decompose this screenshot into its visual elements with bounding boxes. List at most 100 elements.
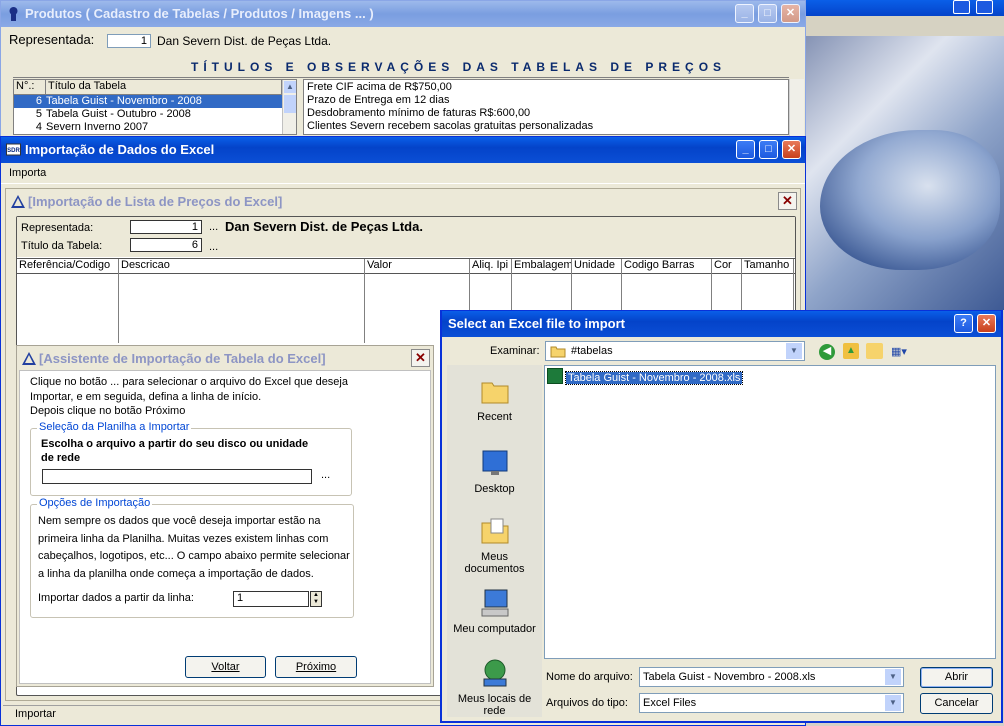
file-list[interactable]: Tabela Guist - Novembro - 2008.xls xyxy=(544,365,996,659)
grid-column-header[interactable]: Valor xyxy=(365,259,470,273)
list-scrollbar[interactable]: ▲ xyxy=(282,80,296,134)
produtos-scrollbar[interactable] xyxy=(789,79,804,139)
lista-representada-field[interactable]: 1 xyxy=(130,220,202,234)
maximize-button[interactable]: □ xyxy=(758,4,777,23)
close-button[interactable]: ✕ xyxy=(977,314,996,333)
app-icon xyxy=(9,7,18,21)
proximo-button[interactable]: Próximo xyxy=(275,656,357,678)
network-places-icon xyxy=(479,657,511,689)
desktop-icon xyxy=(479,447,511,479)
file-dialog: Select an Excel file to import ? ✕ Exami… xyxy=(440,310,1003,723)
lista-titulo-dots[interactable]: ... xyxy=(209,241,218,253)
grid-column-header[interactable]: Descricao xyxy=(119,259,365,273)
grid-column-header[interactable]: Unidade xyxy=(572,259,622,273)
menubar: Importa xyxy=(1,163,805,184)
open-button[interactable]: Abrir xyxy=(920,667,993,688)
lista-titulo-field[interactable]: 6 xyxy=(130,238,202,252)
scroll-thumb[interactable] xyxy=(284,95,296,113)
file-item[interactable]: Tabela Guist - Novembro - 2008.xls xyxy=(547,368,744,385)
opcoes-line: a linha da planilha onde começa a import… xyxy=(38,567,314,580)
recent-folder-icon xyxy=(479,375,511,407)
warning-icon xyxy=(22,352,36,365)
place-item[interactable]: Meu computador xyxy=(447,587,542,635)
linha-spinner-input[interactable]: 1 xyxy=(233,591,309,607)
chevron-down-icon[interactable]: ▼ xyxy=(786,343,802,359)
menu-importa[interactable]: Importa xyxy=(9,167,46,179)
grid-column-header[interactable]: Referência/Codigo xyxy=(17,259,119,273)
filetype-label: Arquivos do tipo: xyxy=(546,697,628,709)
outer-app-titlebar xyxy=(806,0,1004,16)
close-icon[interactable]: ✕ xyxy=(411,349,430,367)
close-button[interactable]: ✕ xyxy=(781,4,800,23)
filename-input[interactable]: Tabela Guist - Novembro - 2008.xls xyxy=(643,671,815,683)
col-titulo-header[interactable]: Título da Tabela xyxy=(46,80,282,94)
voltar-button[interactable]: Voltar xyxy=(185,656,266,678)
grid-column-header[interactable]: Codigo Barras xyxy=(622,259,712,273)
filename-label: Nome do arquivo: xyxy=(546,671,633,683)
opcoes-text: Nem sempre os dados que você deseja impo… xyxy=(38,513,350,583)
grid-column-header[interactable]: Tamanho xyxy=(742,259,794,273)
new-folder-icon[interactable] xyxy=(866,343,883,359)
lista-representada-dots[interactable]: ... xyxy=(209,221,218,233)
current-folder: #tabelas xyxy=(571,345,613,357)
linha-label: Importar dados a partir da linha: xyxy=(38,592,194,604)
outer-minimize-button[interactable] xyxy=(953,0,970,14)
place-label: Meus locais de xyxy=(457,693,532,705)
help-button[interactable]: ? xyxy=(954,314,973,333)
filetype-value: Excel Files xyxy=(643,697,697,709)
file-path-input[interactable] xyxy=(42,469,312,484)
lista-representada-label: Representada: xyxy=(21,222,94,234)
arquivo-label-line1: Escolha o arquivo a partir do seu disco … xyxy=(41,438,309,450)
opcoes-line: primeira linha da Planilha. Muitas vezes… xyxy=(38,532,329,545)
spin-down-icon[interactable]: ▼ xyxy=(311,599,321,606)
grid-column-header[interactable]: Aliq. Ipi xyxy=(470,259,512,273)
representada-code-field[interactable]: 1 xyxy=(107,34,151,48)
cancel-button[interactable]: Cancelar xyxy=(920,693,993,714)
outer-restore-button[interactable] xyxy=(976,0,993,14)
tabelas-rows: 6 Tabela Guist - Novembro - 2008 5 Tabela G… xyxy=(14,95,282,134)
place-label: Desktop xyxy=(474,483,515,495)
place-item[interactable]: Meus locais de rede xyxy=(447,657,542,717)
minimize-button[interactable]: _ xyxy=(736,140,755,159)
chevron-down-icon[interactable]: ▼ xyxy=(885,695,901,711)
place-item[interactable]: Meus documentos xyxy=(447,515,542,575)
filename-combobox[interactable]: Tabela Guist - Novembro - 2008.xls ▼ xyxy=(639,667,904,687)
tabelas-list[interactable]: N°.: Título da Tabela 6 Tabela Guist - No… xyxy=(13,79,297,135)
close-icon[interactable]: ✕ xyxy=(778,192,797,210)
sdr-app-icon: SDR xyxy=(6,143,21,156)
chevron-down-icon[interactable]: ▼ xyxy=(885,669,901,685)
col-num-header[interactable]: N°.: xyxy=(14,80,46,94)
close-button[interactable]: ✕ xyxy=(782,140,801,159)
my-computer-icon xyxy=(479,587,511,619)
scroll-up-icon[interactable]: ▲ xyxy=(284,81,296,93)
spin-up-icon[interactable]: ▲ xyxy=(311,592,321,599)
place-item[interactable]: Recent xyxy=(447,375,542,423)
observacoes-box[interactable]: Frete CIF acima de R$750,00 Prazo de Entr… xyxy=(303,79,789,135)
representada-name: Dan Severn Dist. de Peças Ltda. xyxy=(157,34,332,48)
planilha-group-title: Seleção da Planilha a Importar xyxy=(37,421,192,433)
browse-button[interactable]: ... xyxy=(321,469,330,481)
table-row[interactable]: 4 Severn Inverno 2007 xyxy=(14,121,282,134)
importacao-title: Importação de Dados do Excel xyxy=(25,142,215,157)
view-menu-icon[interactable]: ▦▾ xyxy=(891,345,913,359)
tabela-num: 4 xyxy=(35,121,42,133)
up-folder-icon[interactable]: ▲ xyxy=(843,343,859,359)
maximize-button[interactable]: □ xyxy=(759,140,778,159)
section-title-rule xyxy=(13,77,789,78)
grid-column-header[interactable]: Embalagem xyxy=(512,259,572,273)
minimize-button[interactable]: _ xyxy=(735,4,754,23)
place-label: Meu computador xyxy=(453,623,536,635)
arquivo-label: Escolha o arquivo a partir do seu disco … xyxy=(41,437,308,465)
grid-column-header[interactable]: Cor xyxy=(712,259,742,273)
opcoes-line: cabeçalhos, logotipos, etc... O campo ab… xyxy=(38,550,350,562)
price-list-grid-header: Referência/Codigo Descricao Valor Aliq. Ipi… xyxy=(17,258,795,274)
table-row[interactable]: 6 Tabela Guist - Novembro - 2008 xyxy=(14,95,282,108)
place-item[interactable]: Desktop xyxy=(447,447,542,495)
back-icon[interactable]: ◀ xyxy=(819,344,835,360)
importacao-titlebar: SDR Importação de Dados do Excel _ □ ✕ xyxy=(1,137,805,163)
table-row[interactable]: 5 Tabela Guist - Outubro - 2008 xyxy=(14,108,282,121)
spinner-buttons[interactable]: ▲ ▼ xyxy=(310,591,322,607)
folder-combobox[interactable]: #tabelas ▼ xyxy=(545,341,805,361)
produtos-title: Produtos ( Cadastro de Tabelas / Produto… xyxy=(25,6,374,21)
filetype-combobox[interactable]: Excel Files ▼ xyxy=(639,693,904,713)
